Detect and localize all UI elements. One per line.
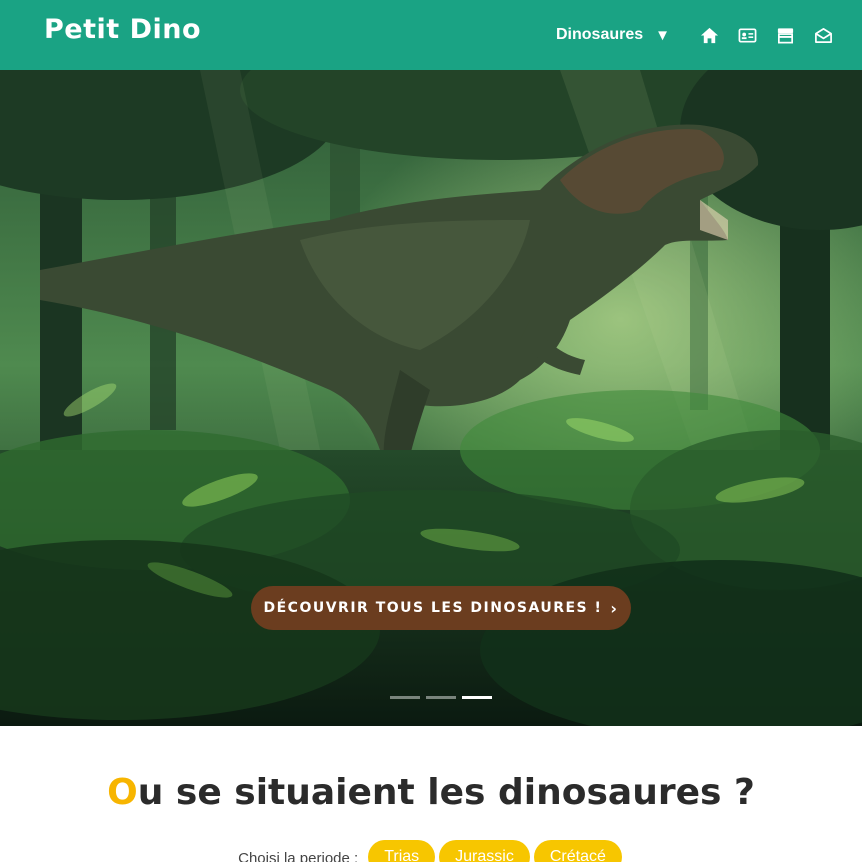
dinosaures-label: Dinosaures xyxy=(556,26,644,43)
hero-carousel: DÉCOUVRIR TOUS LES DINOSAURES ! › xyxy=(0,70,862,726)
top-navbar: Petit Dino Dinosaures ▼ xyxy=(0,0,862,70)
discover-all-dinosaurs-button[interactable]: DÉCOUVRIR TOUS LES DINOSAURES ! › xyxy=(251,586,631,630)
home-icon[interactable] xyxy=(690,16,728,54)
chevron-right-icon: › xyxy=(610,598,619,618)
title-rest: u se situaient les dinosaures ? xyxy=(137,772,755,813)
carousel-indicators xyxy=(390,696,492,699)
carousel-dot-1[interactable] xyxy=(390,696,420,699)
cta-label: DÉCOUVRIR TOUS LES DINOSAURES ! xyxy=(263,600,603,616)
caret-down-icon: ▼ xyxy=(655,26,670,44)
period-pill-cretace[interactable]: Crétacé xyxy=(533,840,622,862)
id-card-icon[interactable] xyxy=(728,16,766,54)
period-filter: Choisi la periode : Trias Jurassic Créta… xyxy=(0,840,862,862)
period-pill-jurassic[interactable]: Jurassic xyxy=(439,840,530,862)
dinosaures-dropdown[interactable]: Dinosaures ▼ xyxy=(556,26,670,44)
title-first-letter: O xyxy=(107,772,138,813)
period-filter-label: Choisi la periode : xyxy=(238,850,359,862)
carousel-dot-3[interactable] xyxy=(462,696,492,699)
shop-icon[interactable] xyxy=(766,16,804,54)
carousel-dot-2[interactable] xyxy=(426,696,456,699)
period-pill-trias[interactable]: Trias xyxy=(368,840,436,862)
site-logo[interactable]: Petit Dino xyxy=(44,14,201,45)
section-title: Ou se situaient les dinosaures ? xyxy=(0,772,862,813)
main-nav: Dinosaures ▼ xyxy=(556,0,842,70)
mail-icon[interactable] xyxy=(804,16,842,54)
